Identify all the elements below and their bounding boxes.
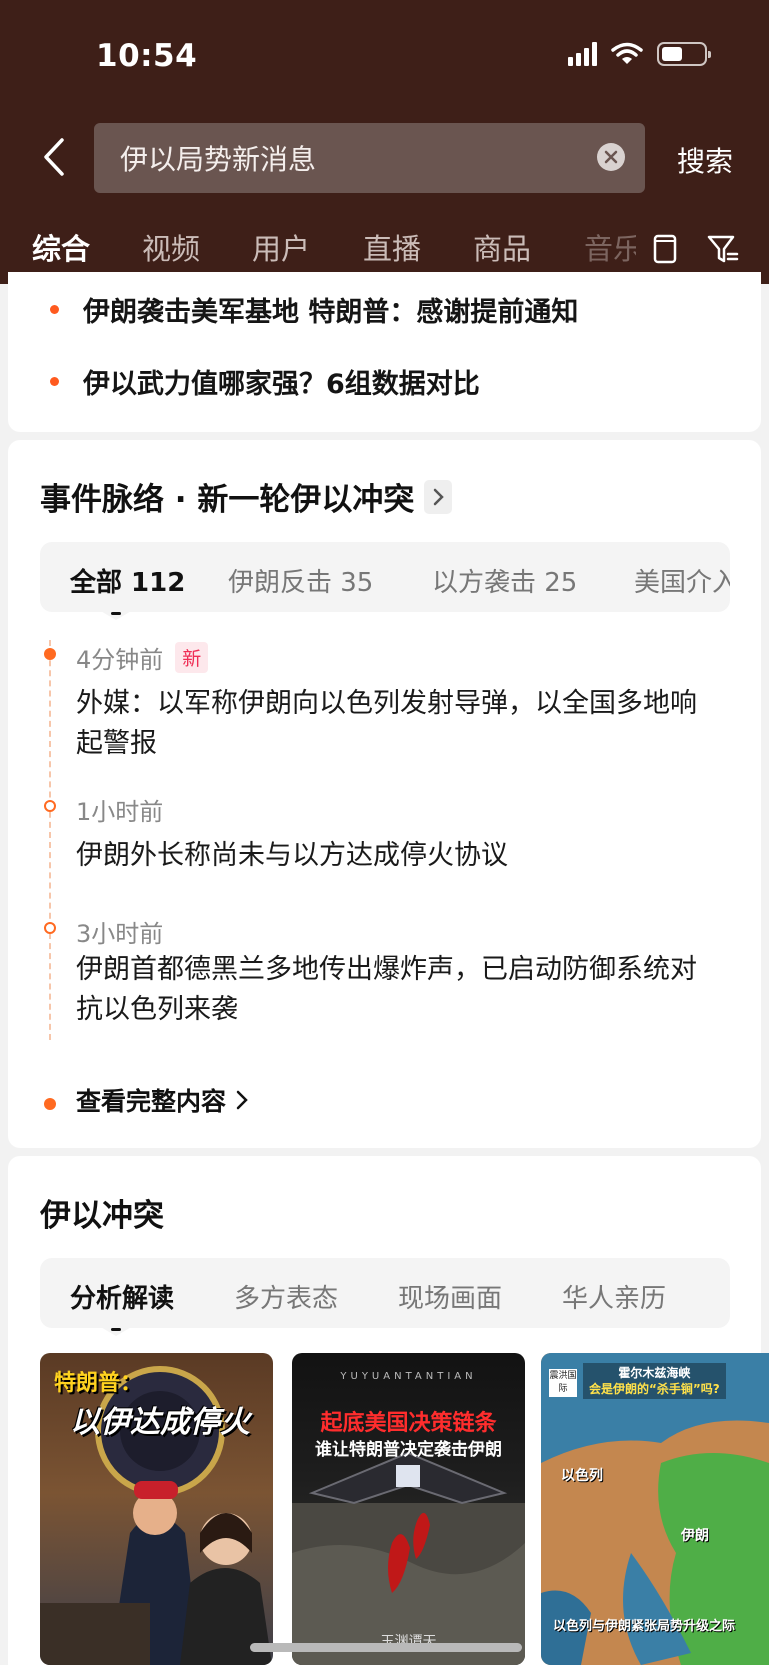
- timeline-item-text[interactable]: 伊朗外长称尚未与以方达成停火协议: [76, 836, 716, 876]
- map-label-israel: 以色列: [561, 1468, 603, 1484]
- timeline-dot: [44, 800, 56, 812]
- video-caption-bottom: 以色列与伊朗紧张局势升级之际: [553, 1619, 736, 1634]
- video-thumbnail[interactable]: 霍尔木兹海峡 会是伊朗的“杀手锏”吗? 震洪国际 以色列 伊朗 以色列与伊朗紧张…: [541, 1353, 769, 1665]
- topic-tab-statements[interactable]: 多方表态: [234, 1278, 338, 1315]
- source-logo: 震洪国际: [549, 1369, 577, 1397]
- topic-tab-chinese[interactable]: 华人亲历: [562, 1278, 666, 1315]
- back-button[interactable]: [36, 134, 72, 180]
- chevron-left-icon: [44, 138, 64, 176]
- tab-user[interactable]: 用户: [252, 226, 310, 268]
- video-thumbnail[interactable]: 特朗普： 以伊达成停火: [40, 1353, 273, 1665]
- topic-tab-analysis[interactable]: 分析解读: [70, 1278, 174, 1315]
- chevron-right-icon: [236, 1090, 248, 1110]
- filter-israel-attack[interactable]: 以方袭击 25: [432, 562, 577, 599]
- map-label-iran: 伊朗: [681, 1528, 709, 1544]
- timeline-dot: [44, 648, 56, 660]
- timeline-dot: [44, 922, 56, 934]
- status-icons: [568, 42, 711, 66]
- topic-title: 伊以冲突: [40, 1198, 164, 1234]
- clear-button[interactable]: [597, 143, 625, 171]
- bullet-dot: [50, 305, 59, 314]
- headline-text: 伊朗袭击美军基地 特朗普：感谢提前通知: [83, 297, 579, 328]
- topic-tab-bar: 分析解读 多方表态 现场画面 华人亲历: [40, 1258, 730, 1328]
- filter-us[interactable]: 美国介入: [634, 562, 730, 599]
- video-thumbnail[interactable]: YUYUANTANTIAN 起底美国决策链条 谁让特朗普决定袭击伊朗 玉渊谭天: [292, 1353, 525, 1665]
- see-all-label: 查看完整内容: [76, 1087, 227, 1116]
- new-badge: 新: [175, 642, 209, 673]
- headline-item[interactable]: 伊以武力值哪家强？6组数据对比: [50, 362, 480, 401]
- status-time: 10:54: [96, 38, 198, 74]
- video-caption-sub: 谁让特朗普决定袭击伊朗: [315, 1440, 502, 1460]
- signal-icon: [568, 42, 597, 66]
- topic-tab-scene[interactable]: 现场画面: [398, 1278, 502, 1315]
- bullet-dot: [50, 377, 59, 386]
- stealth-bomber-image: [292, 1451, 525, 1665]
- timeline-time: 4分钟前 新: [76, 640, 209, 675]
- close-icon: [604, 150, 618, 164]
- tab-music[interactable]: 音乐: [584, 226, 636, 268]
- time-label: 4分钟前: [76, 646, 164, 674]
- timeline-item-text[interactable]: 伊朗首都德黑兰多地传出爆炸声，已启动防御系统对抗以色列来袭: [76, 950, 716, 1030]
- map-badge-line: 霍尔木兹海峡: [618, 1366, 691, 1380]
- video-caption-top: 特朗普：: [54, 1371, 143, 1396]
- filter-icon[interactable]: [706, 232, 740, 266]
- timeline-filter-bar: 全部 112 伊朗反击 35 以方袭击 25 美国介入: [40, 542, 730, 612]
- search-button[interactable]: 搜索: [677, 140, 733, 180]
- map-badge-line: 会是伊朗的“杀手锏”吗?: [589, 1382, 720, 1396]
- headline-item[interactable]: 伊朗袭击美军基地 特朗普：感谢提前通知: [50, 290, 578, 329]
- timeline-line: [49, 640, 51, 1040]
- filter-all[interactable]: 全部 112: [70, 562, 185, 599]
- timeline-title-link[interactable]: 事件脉络 · 新一轮伊以冲突: [40, 474, 453, 519]
- tab-bar: 综合 视频 用户 直播 商品 音乐: [0, 218, 769, 283]
- headlines-card: 伊朗袭击美军基地 特朗普：感谢提前通知 伊以武力值哪家强？6组数据对比: [8, 272, 761, 432]
- timeline-item-text[interactable]: 外媒：以军称伊朗向以色列发射导弹，以全国多地响起警报: [76, 684, 716, 764]
- filter-indicator: [99, 610, 133, 620]
- video-caption-main: 以伊达成停火: [70, 1405, 250, 1440]
- headline-text: 伊以武力值哪家强？6组数据对比: [83, 369, 480, 400]
- search-input[interactable]: 伊以局势新消息: [94, 123, 645, 193]
- home-indicator: [250, 1643, 522, 1652]
- tab-product[interactable]: 商品: [473, 226, 531, 268]
- timeline-time: 1小时前: [76, 798, 164, 826]
- tab-comprehensive[interactable]: 综合: [32, 226, 90, 268]
- timeline-time: 3小时前: [76, 920, 164, 948]
- tab-live[interactable]: 直播: [363, 226, 421, 268]
- see-all-link[interactable]: 查看完整内容: [76, 1082, 248, 1118]
- search-query: 伊以局势新消息: [120, 143, 317, 176]
- wifi-icon: [611, 42, 643, 64]
- battery-icon: [657, 42, 711, 66]
- timeline-card: 事件脉络 · 新一轮伊以冲突 全部 112 伊朗反击 35 以方袭击 25 美国…: [8, 440, 761, 1148]
- tablet-icon[interactable]: [652, 232, 678, 266]
- tab-video[interactable]: 视频: [142, 226, 200, 268]
- chevron-right-icon: [424, 479, 453, 514]
- map-badge: 霍尔木兹海峡 会是伊朗的“杀手锏”吗?: [583, 1363, 726, 1399]
- video-caption-main: 起底美国决策链条: [320, 1411, 497, 1436]
- timeline-title: 事件脉络 · 新一轮伊以冲突: [40, 482, 415, 518]
- header: 10:54 伊以局势新消息 搜索 综合 视频 用户 直播 商品 音乐: [0, 0, 769, 284]
- topic-tab-indicator: [99, 1326, 133, 1336]
- timeline-dot: [44, 1098, 56, 1110]
- video-brand: YUYUANTANTIAN: [340, 1371, 477, 1382]
- filter-iran-counter[interactable]: 伊朗反击 35: [228, 562, 373, 599]
